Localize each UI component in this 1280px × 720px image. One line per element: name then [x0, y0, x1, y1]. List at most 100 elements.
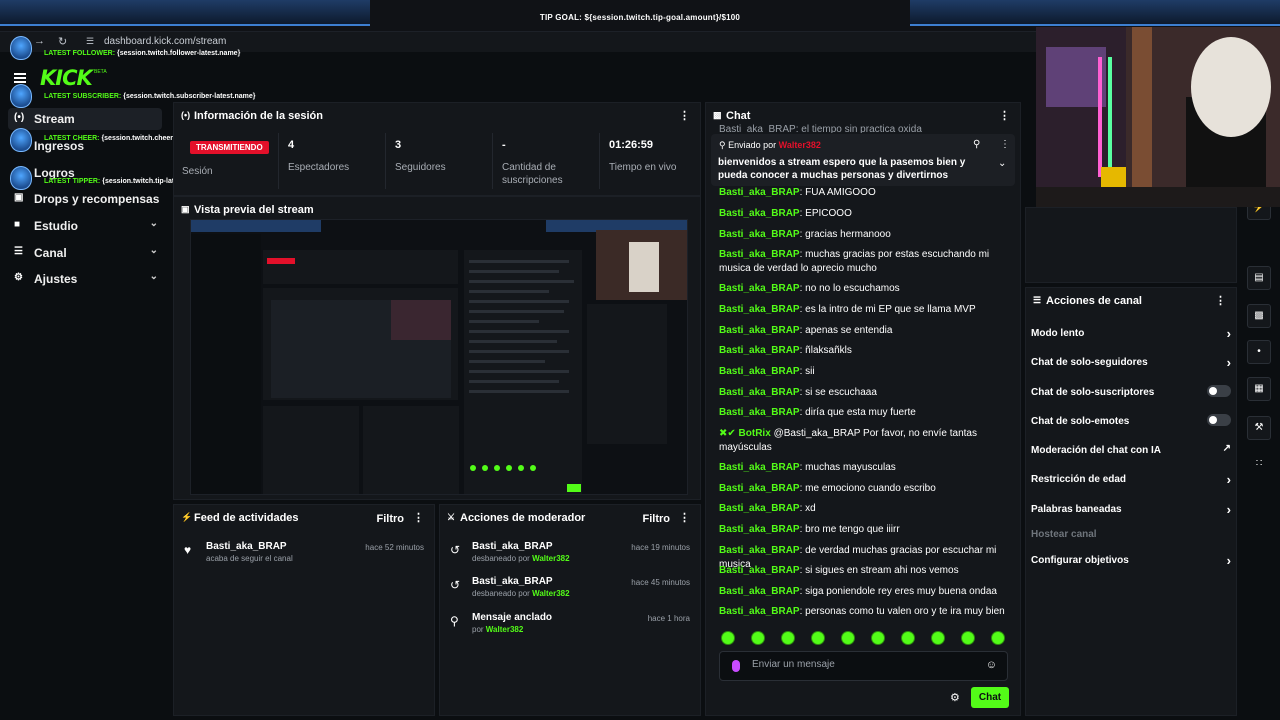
sidebar-item-stream[interactable]: (•) Stream — [8, 108, 162, 130]
emote-icon[interactable] — [811, 631, 825, 645]
emote-icon[interactable] — [841, 631, 855, 645]
address-bar[interactable]: dashboard.kick.com/stream — [104, 36, 226, 47]
pinned-message[interactable]: ⚲ Enviado por Walter382 ⚲ ⋮ ⌄ bienvenido… — [711, 134, 1015, 186]
chevron-right-icon: › — [1226, 553, 1231, 568]
sidebar-item-canal[interactable]: ☰ Canal ⌄ — [8, 242, 162, 264]
chevron-right-icon: › — [1226, 326, 1231, 341]
chat-message: Basti_aka_BRAP: muchas gracias por estas… — [719, 248, 1011, 276]
chat-username[interactable]: Basti_aka_BRAP — [719, 387, 800, 398]
external-link-icon: ↗ — [1222, 443, 1231, 454]
rail-apps-icon[interactable]: ∷ — [1247, 453, 1271, 477]
bot-badge-icon: ✖✔ — [719, 428, 739, 439]
rail-chat-icon[interactable]: ▩ — [1247, 304, 1271, 328]
mod-action-title[interactable]: Basti_aka_BRAP — [472, 576, 553, 587]
arrow-right-icon[interactable]: → — [34, 35, 45, 47]
pinned-text: bienvenidos a stream espero que la pasem… — [718, 157, 966, 181]
chat-input[interactable] — [752, 659, 972, 670]
emote-icon[interactable] — [901, 631, 915, 645]
sidebar-item-drops[interactable]: ▣ Drops y recompensas — [8, 188, 162, 210]
chat-username[interactable]: Basti_aka_BRAP — [719, 187, 800, 198]
mod-action-title[interactable]: Mensaje anclado — [472, 612, 552, 623]
microphone-icon[interactable] — [732, 660, 740, 672]
bolt-icon: ⚡ — [181, 512, 193, 522]
chat-username[interactable]: Basti_aka_BRAP — [719, 229, 800, 240]
channel-action-item[interactable]: Chat de solo-seguidores › — [1031, 355, 1231, 370]
toggle-switch[interactable] — [1207, 414, 1231, 426]
emote-icon[interactable] — [781, 631, 795, 645]
kebab-menu-icon[interactable]: ⋮ — [679, 511, 690, 524]
chat-text: es la intro de mi EP que se llama MVP — [805, 304, 976, 315]
emote-icon[interactable] — [871, 631, 885, 645]
channel-action-item[interactable]: Restricción de edad › — [1031, 472, 1231, 487]
heart-icon: ♥ — [184, 543, 192, 557]
chat-username[interactable]: Basti_aka_BRAP — [719, 283, 800, 294]
rail-layout-icon[interactable]: ▦ — [1247, 377, 1271, 401]
chat-username[interactable]: Basti_aka_BRAP — [719, 565, 800, 576]
rail-document-icon[interactable]: ▤ — [1247, 266, 1271, 290]
emote-icon[interactable] — [721, 631, 735, 645]
stat-value: 01:26:59 — [609, 139, 654, 151]
channel-action-item[interactable]: Chat de solo-emotes — [1031, 414, 1231, 427]
latest-subscriber-line: LATEST SUBSCRIBER: {session.twitch.subsc… — [44, 93, 256, 100]
emote-icon[interactable] — [751, 631, 765, 645]
unpin-icon[interactable]: ⚲ — [973, 139, 980, 150]
kebab-menu-icon[interactable]: ⋮ — [1215, 294, 1226, 307]
chat-message: Basti_aka_BRAP: sii — [719, 365, 1011, 379]
chat-text: FUA AMIGOOO — [805, 187, 876, 198]
kick-logo[interactable]: KICK — [40, 66, 93, 90]
chat-input-box[interactable]: ☺ — [719, 651, 1008, 681]
chat-username[interactable]: Basti_aka_BRAP — [719, 524, 800, 535]
chat-username[interactable]: Basti_aka_BRAP — [719, 606, 800, 617]
emote-icon[interactable] — [991, 631, 1005, 645]
channel-actions-panel: ☰ Acciones de canal ⋮ — [1025, 287, 1237, 716]
mod-action-title[interactable]: Basti_aka_BRAP — [472, 541, 553, 552]
reload-icon[interactable]: ↻ — [58, 35, 67, 48]
channel-action-item[interactable]: Chat de solo-suscriptores — [1031, 385, 1231, 398]
chat-text: sii — [805, 366, 815, 377]
chat-username[interactable]: BotRix — [739, 428, 771, 439]
emote-icon[interactable] — [931, 631, 945, 645]
chat-username[interactable]: Basti_aka_BRAP — [719, 407, 800, 418]
kebab-menu-icon[interactable]: ⋮ — [679, 109, 690, 122]
toggle-switch[interactable] — [1207, 385, 1231, 397]
chat-username[interactable]: Basti_aka_BRAP — [719, 586, 800, 597]
kebab-menu-icon[interactable]: ⋮ — [1000, 139, 1010, 150]
mod-filter-button[interactable]: Filtro — [643, 513, 671, 525]
chat-message: Basti_aka_BRAP: FUA AMIGOOO — [719, 186, 1011, 200]
stream-preview-video[interactable] — [190, 219, 688, 495]
chat-username[interactable]: Basti_aka_BRAP — [719, 503, 800, 514]
site-info-icon[interactable]: ☰ — [86, 36, 94, 47]
channel-action-item[interactable]: Modo lento › — [1031, 326, 1231, 341]
chat-text: no no lo escuchamos — [805, 283, 900, 294]
chat-username[interactable]: Basti_aka_BRAP — [719, 208, 800, 219]
chat-send-button[interactable]: Chat — [971, 687, 1009, 708]
stat-value: - — [502, 139, 506, 151]
chevron-down-icon[interactable]: ⌄ — [998, 158, 1006, 169]
sidebar-item-ajustes[interactable]: ⚙ Ajustes ⌄ — [8, 268, 162, 290]
emote-icon[interactable] — [961, 631, 975, 645]
chat-message: Basti_aka_BRAP: ñlaksañkls — [719, 344, 1011, 358]
stat-label: Tiempo en vivo — [609, 162, 677, 173]
activity-filter-button[interactable]: Filtro — [377, 513, 405, 525]
emoji-icon[interactable]: ☺ — [986, 659, 997, 671]
channel-action-item[interactable]: Palabras baneadas › — [1031, 502, 1231, 517]
activity-user[interactable]: Basti_aka_BRAP — [206, 541, 287, 552]
chat-username[interactable]: Basti_aka_BRAP — [719, 249, 800, 260]
chat-username[interactable]: Basti_aka_BRAP — [719, 366, 800, 377]
chat-username[interactable]: Basti_aka_BRAP — [719, 345, 800, 356]
channel-action-item[interactable]: Moderación del chat con IA ↗ — [1031, 443, 1231, 456]
kebab-menu-icon[interactable]: ⋮ — [413, 511, 424, 524]
channel-action-item[interactable]: Configurar objetivos › — [1031, 553, 1231, 568]
sidebar-item-estudio[interactable]: ■ Estudio ⌄ — [8, 215, 162, 237]
rail-tool-icon[interactable]: ⚒ — [1247, 416, 1271, 440]
chat-message-partial: Basti_aka_BRAP: el tiempo sin practica o… — [719, 124, 922, 133]
chat-username[interactable]: Basti_aka_BRAP — [719, 545, 800, 556]
rail-broadcast-icon[interactable]: • — [1247, 340, 1271, 364]
kebab-menu-icon[interactable]: ⋮ — [999, 109, 1010, 122]
chat-username[interactable]: Basti_aka_BRAP — [719, 462, 800, 473]
chat-username[interactable]: Basti_aka_BRAP — [719, 304, 800, 315]
chat-username[interactable]: Basti_aka_BRAP — [719, 483, 800, 494]
menu-icon[interactable] — [14, 73, 26, 83]
chat-settings-icon[interactable]: ⚙ — [950, 691, 960, 704]
chat-username[interactable]: Basti_aka_BRAP — [719, 325, 800, 336]
